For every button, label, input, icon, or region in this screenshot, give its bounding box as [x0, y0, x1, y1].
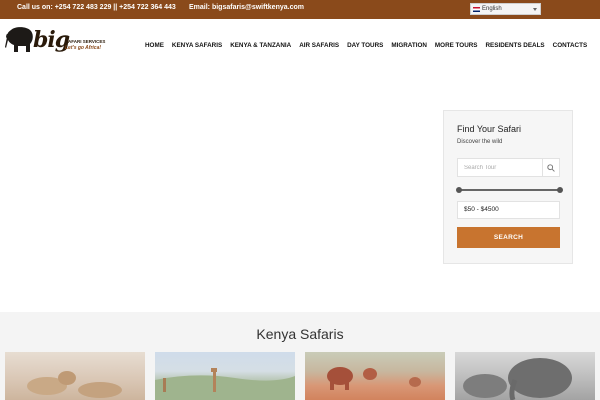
safari-thumbnail-lions[interactable] [5, 352, 145, 400]
logo-word: big [33, 27, 70, 53]
language-select[interactable]: English [470, 3, 541, 15]
elephant-logo-icon [5, 27, 33, 52]
site-logo[interactable]: big SAFARI SERVICES Let's go Africa! [5, 26, 117, 58]
email-address[interactable]: Email: bigsafaris@swiftkenya.com [189, 4, 304, 11]
nav-item-air-safaris[interactable]: AIR SAFARIS [299, 42, 339, 49]
slider-min-handle[interactable] [456, 187, 462, 193]
find-safari-widget: Find Your Safari Discover the wild $50 -… [443, 110, 573, 264]
section-heading: Kenya Safaris [256, 326, 344, 342]
nav-item-day-tours[interactable]: DAY TOURS [347, 42, 383, 49]
phone-numbers: Call us on: +254 722 483 229 || +254 722… [17, 4, 176, 11]
main-nav: HOME KENYA SAFARIS KENYA & TANZANIA AIR … [145, 42, 595, 49]
widget-title: Find Your Safari [457, 124, 522, 134]
nav-item-more-tours[interactable]: MORE TOURS [435, 42, 478, 49]
logo-tagline: SAFARI SERVICES [65, 39, 106, 44]
nav-item-residents-deals[interactable]: RESIDENTS DEALS [486, 42, 545, 49]
search-icon[interactable] [542, 159, 559, 176]
price-range-field[interactable]: $50 - $4500 [457, 201, 560, 219]
nav-item-home[interactable]: HOME [145, 42, 164, 49]
slider-track [458, 189, 561, 191]
safari-thumbnail-giraffes[interactable] [155, 352, 295, 400]
slider-max-handle[interactable] [557, 187, 563, 193]
tour-search-box [457, 158, 560, 177]
site-header: big SAFARI SERVICES Let's go Africa! HOM… [0, 19, 600, 73]
nav-item-kenya-safaris[interactable]: KENYA SAFARIS [172, 42, 222, 49]
price-range-slider[interactable] [456, 187, 563, 193]
nav-item-contacts[interactable]: CONTACTS [553, 42, 588, 49]
kenya-safaris-section: Kenya Safaris [0, 312, 600, 400]
safari-thumbnail-red-elephants[interactable] [305, 352, 445, 400]
widget-subtitle: Discover the wild [457, 139, 503, 145]
logo-slogan: Let's go Africa! [65, 45, 102, 51]
search-button[interactable]: SEARCH [457, 227, 560, 248]
nav-item-migration[interactable]: MIGRATION [391, 42, 427, 49]
chevron-down-icon [533, 8, 537, 11]
nav-item-kenya-tanzania[interactable]: KENYA & TANZANIA [230, 42, 291, 49]
top-bar: Call us on: +254 722 483 229 || +254 722… [0, 0, 600, 19]
language-label: English [482, 6, 502, 12]
tour-search-input[interactable] [458, 159, 543, 176]
uk-flag-icon [473, 6, 480, 12]
safari-thumbnail-grey-elephants[interactable] [455, 352, 595, 400]
